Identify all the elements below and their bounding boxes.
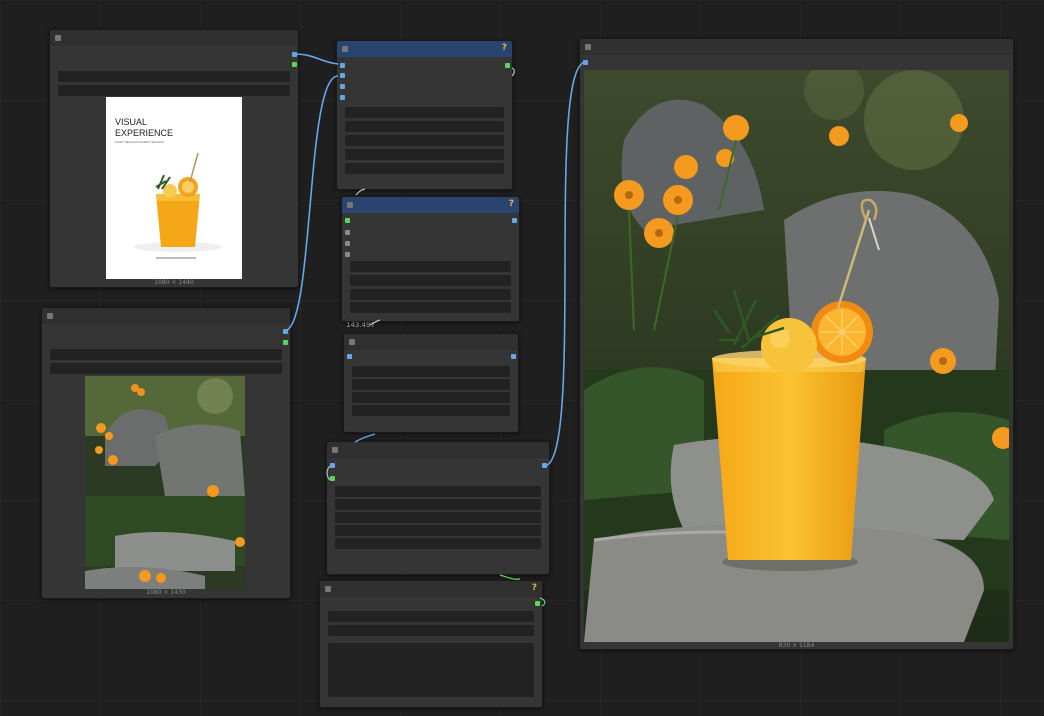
output-image-preview xyxy=(584,70,1009,642)
text-node[interactable]: ? xyxy=(319,580,543,708)
input-port[interactable] xyxy=(345,218,350,223)
node-title-bar[interactable] xyxy=(327,442,549,458)
images-input-port[interactable] xyxy=(583,60,588,65)
param-widget[interactable] xyxy=(345,107,504,118)
upload-widget[interactable] xyxy=(50,363,282,374)
param-widget[interactable] xyxy=(335,538,541,549)
node-title-bar[interactable]: ? xyxy=(320,581,542,597)
image-size-label: 1080 × 1430 xyxy=(146,589,186,596)
input-port[interactable] xyxy=(340,95,345,100)
param-widget[interactable] xyxy=(328,625,534,636)
input-port[interactable] xyxy=(340,84,345,89)
node-title-bar[interactable] xyxy=(50,30,298,46)
output-port[interactable] xyxy=(535,601,540,606)
utility-node[interactable] xyxy=(343,333,519,433)
input-port[interactable] xyxy=(345,241,350,246)
collapse-dot-icon[interactable] xyxy=(332,447,338,453)
image-select-widget[interactable] xyxy=(50,349,282,360)
mask-output-port[interactable] xyxy=(283,340,288,345)
param-widget[interactable] xyxy=(352,405,510,416)
input-port[interactable] xyxy=(345,230,350,235)
value-readout: 143.497 xyxy=(346,321,375,329)
scene-artwork xyxy=(85,376,245,589)
output-port[interactable] xyxy=(542,463,547,468)
image-output-port[interactable] xyxy=(283,329,288,334)
reference-image-preview: VISUAL EXPERIENCE LIGHT DELIGHTS EVERY S… xyxy=(106,97,242,279)
help-icon[interactable]: ? xyxy=(502,43,507,53)
collapse-dot-icon[interactable] xyxy=(585,44,591,50)
input-port[interactable] xyxy=(330,463,335,468)
output-port[interactable] xyxy=(505,63,510,68)
image-select-widget[interactable] xyxy=(58,71,290,82)
param-widget[interactable] xyxy=(345,163,504,174)
image-output-port[interactable] xyxy=(292,52,297,57)
input-port[interactable] xyxy=(345,252,350,257)
sampler-node-b[interactable]: ? xyxy=(341,196,520,322)
param-widget[interactable] xyxy=(350,289,511,300)
image-size-label: 1080 × 1440 xyxy=(154,279,194,286)
node-title-bar[interactable]: ? xyxy=(342,197,519,213)
collapse-dot-icon[interactable] xyxy=(349,339,355,345)
param-widget[interactable] xyxy=(335,525,541,536)
decode-node[interactable] xyxy=(326,441,550,575)
help-icon[interactable]: ? xyxy=(509,199,514,209)
node-title-bar[interactable] xyxy=(42,308,290,324)
input-port[interactable] xyxy=(347,354,352,359)
preview-image-node[interactable]: 830 × 1184 xyxy=(579,38,1014,650)
param-widget[interactable] xyxy=(352,379,510,390)
image-size-label: 830 × 1184 xyxy=(778,642,815,649)
param-widget[interactable] xyxy=(350,302,511,313)
collapse-dot-icon[interactable] xyxy=(342,46,348,52)
node-graph-canvas[interactable]: VISUAL EXPERIENCE LIGHT DELIGHTS EVERY S… xyxy=(0,0,1044,716)
input-port[interactable] xyxy=(340,73,345,78)
node-title-bar[interactable] xyxy=(344,334,518,350)
output-port[interactable] xyxy=(512,218,517,223)
poster-subtitle: EXPERIENCE xyxy=(115,128,173,138)
load-image-node-reference[interactable]: VISUAL EXPERIENCE LIGHT DELIGHTS EVERY S… xyxy=(49,29,299,288)
output-port[interactable] xyxy=(511,354,516,359)
upload-widget[interactable] xyxy=(58,85,290,96)
param-widget[interactable] xyxy=(350,261,511,272)
output-artwork xyxy=(584,70,1009,642)
scene-image-preview xyxy=(85,376,245,589)
load-image-node-scene[interactable]: 1080 × 1430 xyxy=(41,307,291,599)
collapse-dot-icon[interactable] xyxy=(47,313,53,319)
collapse-dot-icon[interactable] xyxy=(347,202,353,208)
node-title-bar[interactable]: ? xyxy=(337,41,512,57)
poster-artwork: VISUAL EXPERIENCE LIGHT DELIGHTS EVERY S… xyxy=(115,117,222,259)
param-widget[interactable] xyxy=(345,149,504,160)
param-widget[interactable] xyxy=(352,366,510,377)
param-widget[interactable] xyxy=(335,486,541,497)
param-widget[interactable] xyxy=(328,611,534,622)
collapse-dot-icon[interactable] xyxy=(325,586,331,592)
param-widget[interactable] xyxy=(345,135,504,146)
help-icon[interactable]: ? xyxy=(532,583,537,593)
input-port[interactable] xyxy=(330,476,335,481)
poster-tagline: LIGHT DELIGHTS EVERY SEASON xyxy=(115,140,164,144)
node-title-bar[interactable] xyxy=(580,39,1013,55)
param-widget[interactable] xyxy=(345,121,504,132)
sampler-node-a[interactable]: ? xyxy=(336,40,513,190)
collapse-dot-icon[interactable] xyxy=(55,35,61,41)
poster-title: VISUAL xyxy=(115,117,147,127)
param-widget[interactable] xyxy=(335,499,541,510)
param-widget[interactable] xyxy=(350,275,511,286)
param-widget[interactable] xyxy=(352,392,510,403)
input-port[interactable] xyxy=(340,63,345,68)
mask-output-port[interactable] xyxy=(292,62,297,67)
text-area-field[interactable] xyxy=(328,643,534,697)
param-widget[interactable] xyxy=(335,512,541,523)
